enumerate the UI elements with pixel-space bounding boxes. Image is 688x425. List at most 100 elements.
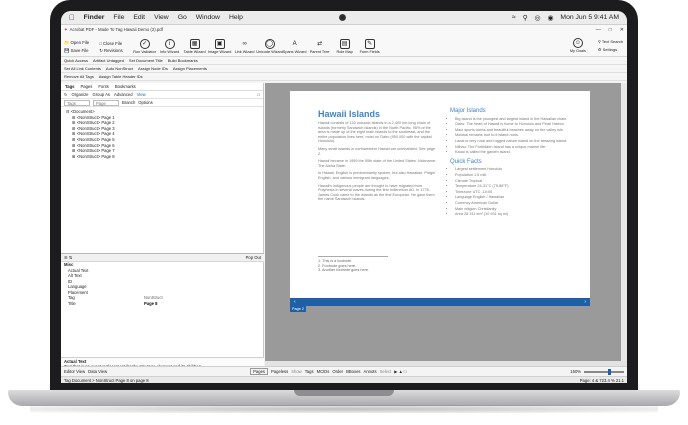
quick-facts-list: Largest settlement Honolulu Population 1… [450, 167, 570, 216]
document-title: Hawaii Islands [318, 109, 381, 119]
save-file-button[interactable]: 💾 Save File [64, 48, 89, 54]
zoom-slider[interactable] [584, 368, 624, 375]
organize-button[interactable]: Organize [72, 92, 89, 97]
order-toggle[interactable]: Order [332, 369, 343, 374]
window-title: Acrobat PDF - Made To Tag Hawaii Demo (2… [69, 27, 163, 32]
options-button[interactable]: Options [138, 100, 152, 105]
pop-out-button[interactable]: Pop Out [246, 255, 261, 260]
list-item: Main religion Christianity [455, 207, 570, 212]
text-search-button[interactable]: ⚲ Text Search [598, 39, 623, 44]
zoom-slider-thumb[interactable] [608, 368, 611, 375]
tab-tags[interactable]: Tags [65, 84, 74, 89]
link-wizard-button[interactable]: ∞ Link Wizard [233, 39, 257, 54]
set-all-link-contents-button[interactable]: Set All Link Contents [64, 66, 101, 71]
revisions-button[interactable]: ↻ Revisions [99, 48, 122, 54]
editor-view-tab[interactable]: Editor View [64, 369, 85, 374]
select-label: Select [379, 369, 392, 374]
list-item: Kauai is called the garden island. [455, 150, 570, 155]
view-button[interactable]: View [137, 92, 146, 97]
image-wizard-button[interactable]: ▣ Image Wizard [208, 39, 232, 54]
camera [339, 14, 346, 21]
tab-bookmarks[interactable]: Bookmarks [115, 84, 136, 89]
assign-placements-button[interactable]: Assign Placements [173, 66, 207, 71]
run-validator-button[interactable]: ✓ Run Validator [133, 39, 157, 54]
pages-button[interactable]: Pages [250, 368, 268, 375]
pdf-page[interactable]: Hawaii Islands Hawaii consists of 132 vo… [290, 91, 590, 301]
tags-filter-input[interactable]: Tags [64, 99, 90, 106]
page-filter-input[interactable]: Page [93, 99, 119, 106]
vertical-scrollbar[interactable] [621, 83, 627, 361]
property-row[interactable]: Title Page 8 [61, 301, 264, 307]
user-icon: ☺ [572, 38, 583, 48]
close-icon[interactable]: ✕ [620, 27, 624, 33]
quick-access-button[interactable]: Quick Access [64, 58, 88, 63]
close-file-button[interactable]: □ Close File [99, 41, 122, 46]
select-tools-icon[interactable]: ▶ ▲ □ [394, 369, 406, 374]
wifi-icon[interactable]: ≈ [512, 14, 516, 21]
left-panel: Tags Pages Fonts Bookmarks ↻ Organize Gr… [61, 83, 264, 371]
open-file-button[interactable]: 📁 Open File [64, 40, 89, 46]
form-fields-button[interactable]: ✎ Form Fields [358, 39, 382, 54]
build-bookmarks-button[interactable]: Build Bookmarks [168, 58, 198, 63]
list-item: Niihau: The Forbidden Island has a uniqu… [455, 145, 570, 150]
unicode-wizard-button[interactable]: ◯ Unicode Wizard [256, 39, 283, 54]
assign-table-header-ids-button[interactable]: Assign Table Header IDs [99, 74, 143, 79]
assign-node-ids-button[interactable]: Assign Node IDs [138, 66, 168, 71]
auto-nonstruct-button[interactable]: Auto NonStruct [106, 66, 133, 71]
list-item: Largest settlement Honolulu [455, 167, 570, 172]
sort-icon[interactable]: ☰ ⇅ [64, 255, 72, 260]
paragraph: Hawaii became in 1959 the 50th state of … [318, 159, 436, 168]
menubar-clock[interactable]: Mon Jun 5 9:41 AM [560, 14, 619, 21]
laptop-shadow [30, 405, 658, 413]
settings-button[interactable]: ⚙ Settings [598, 47, 623, 52]
app-logo-icon: ✦ [64, 26, 68, 32]
list-item: Big Island is the youngest and largest i… [455, 117, 570, 122]
group-as-button[interactable]: Group As [93, 92, 110, 97]
menu-file[interactable]: File [113, 14, 124, 21]
menu-view[interactable]: View [154, 14, 169, 21]
tags-toggle[interactable]: Tags [305, 369, 314, 374]
ribbon: 📁 Open File 💾 Save File □ Close File ↻ R… [61, 34, 627, 57]
mcids-toggle[interactable]: MCIDs [317, 369, 330, 374]
bboxes-toggle[interactable]: BBoxes [346, 369, 360, 374]
branch-button[interactable]: Branch [122, 100, 135, 105]
maximize-icon[interactable]: □ [609, 27, 612, 33]
parent-tree-button[interactable]: ⇄ Parent Tree [308, 39, 332, 54]
data-view-tab[interactable]: Data View [88, 369, 107, 374]
refresh-icon[interactable]: ↻ [64, 92, 68, 97]
spans-wizard-button[interactable]: A Spans Wizard [283, 39, 307, 54]
apple-icon[interactable]:  [69, 13, 75, 22]
properties-header: ☰ ⇅ Pop Out [61, 254, 264, 262]
tab-fonts[interactable]: Fonts [98, 84, 108, 89]
menu-help[interactable]: Help [229, 14, 243, 21]
paragraph: Hawaii consists of 132 volcanic islands … [318, 121, 432, 144]
minimize-icon[interactable]: — [596, 27, 601, 33]
annots-toggle[interactable]: Annots [364, 369, 377, 374]
tab-pages[interactable]: Pages [80, 84, 92, 89]
siri-icon[interactable]: ◉ [547, 14, 553, 22]
search-icon[interactable]: ⚲ [523, 14, 528, 22]
zoom-level[interactable]: 150% [570, 369, 581, 374]
tags-filter: Tags Page Branch Options [61, 99, 263, 107]
pageless-button[interactable]: Pageless [271, 369, 288, 374]
tree-item[interactable]: ⊞ <NonStruct> Page 8 [66, 154, 258, 160]
check-icon: ✓ [139, 39, 150, 49]
menu-go[interactable]: Go [178, 14, 187, 21]
menu-app-name[interactable]: Finder [84, 14, 105, 21]
my-goals-button[interactable]: ☺ My Goals [565, 38, 591, 53]
remove-all-tags-button[interactable]: Remove All Tags [64, 74, 94, 79]
table-wizard-button[interactable]: ▦ Table Wizard [183, 39, 207, 54]
info-wizard-button[interactable]: i Info Wizard [158, 39, 182, 54]
expand-panel-icon[interactable]: □ [257, 92, 260, 97]
table-icon: ▦ [189, 39, 200, 49]
advanced-button[interactable]: Advanced [114, 92, 133, 97]
next-page-icon[interactable]: › [584, 299, 586, 305]
role-map-button[interactable]: ▤ Role Map [333, 39, 357, 54]
control-center-icon[interactable]: ◎ [535, 14, 541, 22]
set-document-title-button[interactable]: Set Document Title [129, 58, 163, 63]
menu-edit[interactable]: Edit [133, 14, 145, 21]
previous-page-icon[interactable]: ‹ [294, 299, 296, 305]
artifact-untagged-button[interactable]: Artifact Untagged [93, 58, 124, 63]
window-titlebar: ✦ Acrobat PDF - Made To Tag Hawaii Demo … [61, 25, 627, 34]
menu-window[interactable]: Window [196, 14, 220, 21]
